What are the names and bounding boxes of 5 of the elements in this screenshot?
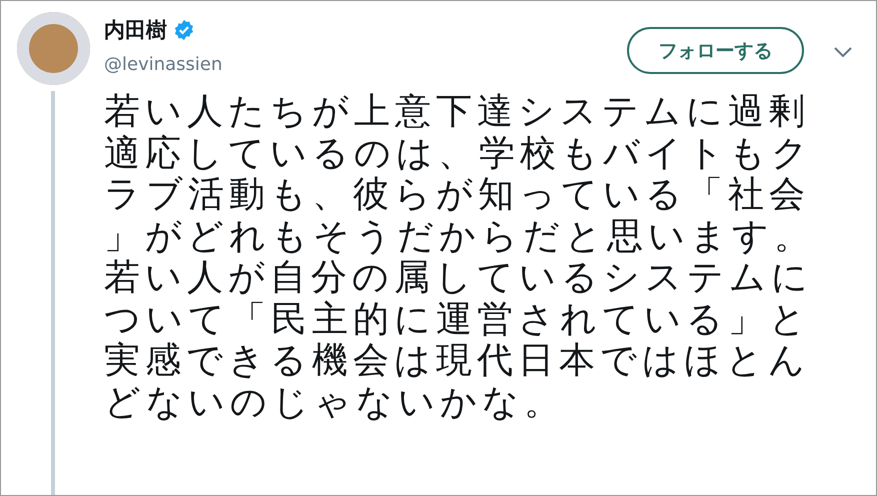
chevron-down-icon[interactable] (834, 47, 852, 58)
tweet-text: 若い人たちが上意下達システムに過剰適応しているのは、学校もバイトもクラブ活動も、彼らが知っている「社会」がどれもそうだからだと思います。若い人が自分の属しているシステムについて「民主的に運営されている」と実感できる機会は現代日本ではほとんどないのじゃないかな。 (104, 91, 816, 423)
follow-button[interactable]: フォローする (627, 27, 804, 74)
author-name[interactable]: 内田樹 (104, 16, 167, 44)
author-handle[interactable]: @levinassien (104, 54, 627, 75)
